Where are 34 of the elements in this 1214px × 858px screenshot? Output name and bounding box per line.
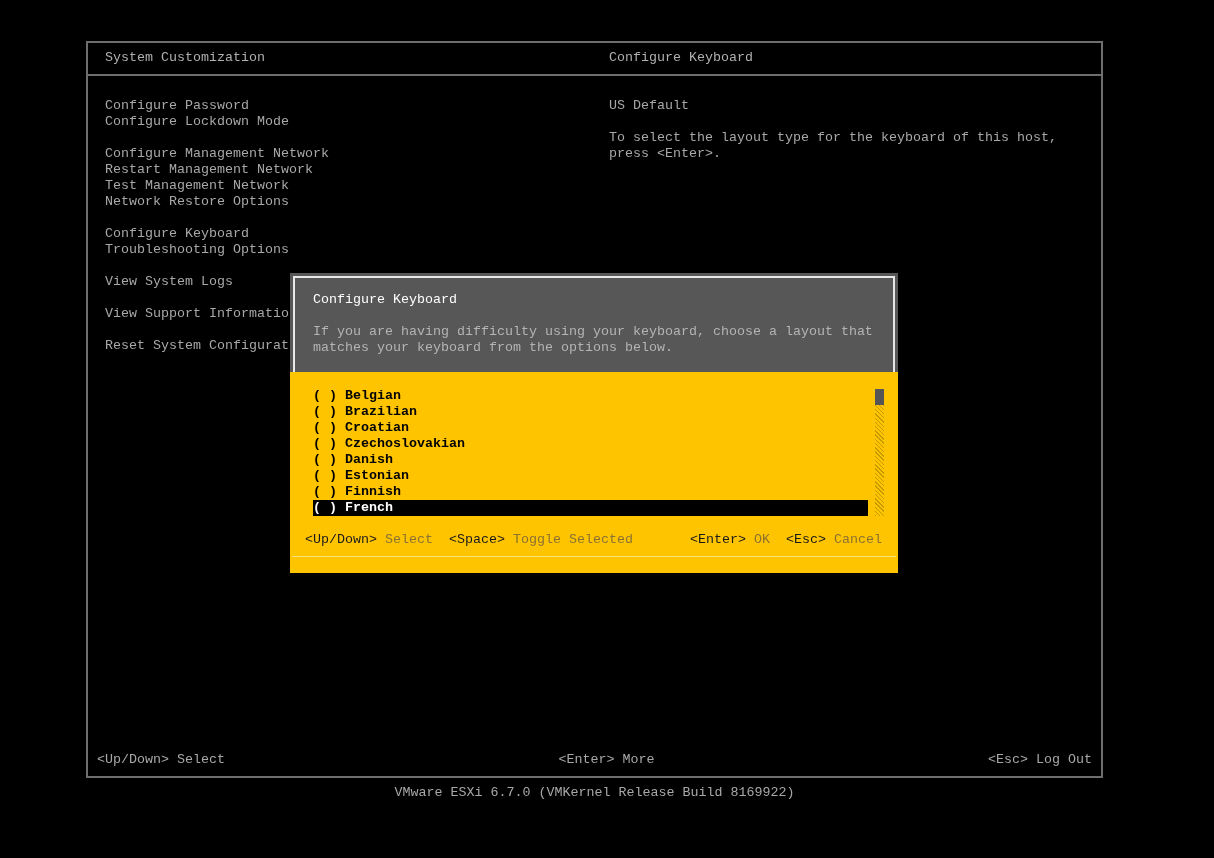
layout-option[interactable]: ( ) Croatian	[313, 420, 868, 436]
layout-option[interactable]: ( ) Belgian	[313, 388, 868, 404]
menu-item[interactable]: Test Management Network	[105, 178, 289, 194]
dialog-title: Configure Keyboard	[313, 292, 458, 308]
menu-item[interactable]: View Support Informatio	[105, 306, 289, 322]
menu-title: System Customization	[105, 50, 266, 66]
key-hint: <Enter> More	[558, 752, 655, 768]
layout-option[interactable]: ( ) Danish	[313, 452, 868, 468]
menu-item[interactable]: Configure Password	[105, 98, 249, 114]
menu-item[interactable]: View System Logs	[105, 274, 233, 290]
panel-title: Configure Keyboard	[609, 50, 753, 66]
layout-option[interactable]: ( ) Finnish	[313, 484, 868, 500]
key-hint: <Esc> Cancel	[786, 532, 882, 548]
key-hint: <Up/Down> Select	[305, 532, 433, 548]
menu-item[interactable]: Configure Keyboard	[105, 226, 249, 242]
menu-item[interactable]: Configure Lockdown Mode	[105, 114, 289, 130]
key-hint: <Esc> Log Out	[988, 752, 1092, 768]
layout-option[interactable]: ( ) Czechoslovakian	[313, 436, 868, 452]
scrollbar[interactable]	[875, 389, 884, 516]
current-layout: US Default	[609, 98, 690, 114]
layout-option[interactable]: ( ) Estonian	[313, 468, 868, 484]
menu-item[interactable]: Configure Management Network	[105, 146, 329, 162]
menu-item[interactable]: Restart Management Network	[105, 162, 313, 178]
menu-item[interactable]: Network Restore Options	[105, 194, 289, 210]
dialog-message: If you are having difficulty using your keyboard, choose a layout that matches your keyboard from the options below.	[313, 324, 874, 356]
key-hint: <Space> Toggle Selected	[449, 532, 633, 548]
key-hint: <Enter> OK	[690, 532, 770, 548]
description-text: To select the layout type for the keyboard of this host, press <Enter>.	[609, 130, 1058, 162]
menu-item[interactable]: Reset System Configurat	[105, 338, 289, 354]
layout-option[interactable]: ( ) French	[313, 500, 868, 516]
key-hint: <Up/Down> Select	[97, 752, 225, 768]
menu-item[interactable]: Troubleshooting Options	[105, 242, 289, 258]
version-text: VMware ESXi 6.7.0 (VMKernel Release Build 8169922)	[394, 785, 795, 801]
layout-option[interactable]: ( ) Brazilian	[313, 404, 868, 420]
